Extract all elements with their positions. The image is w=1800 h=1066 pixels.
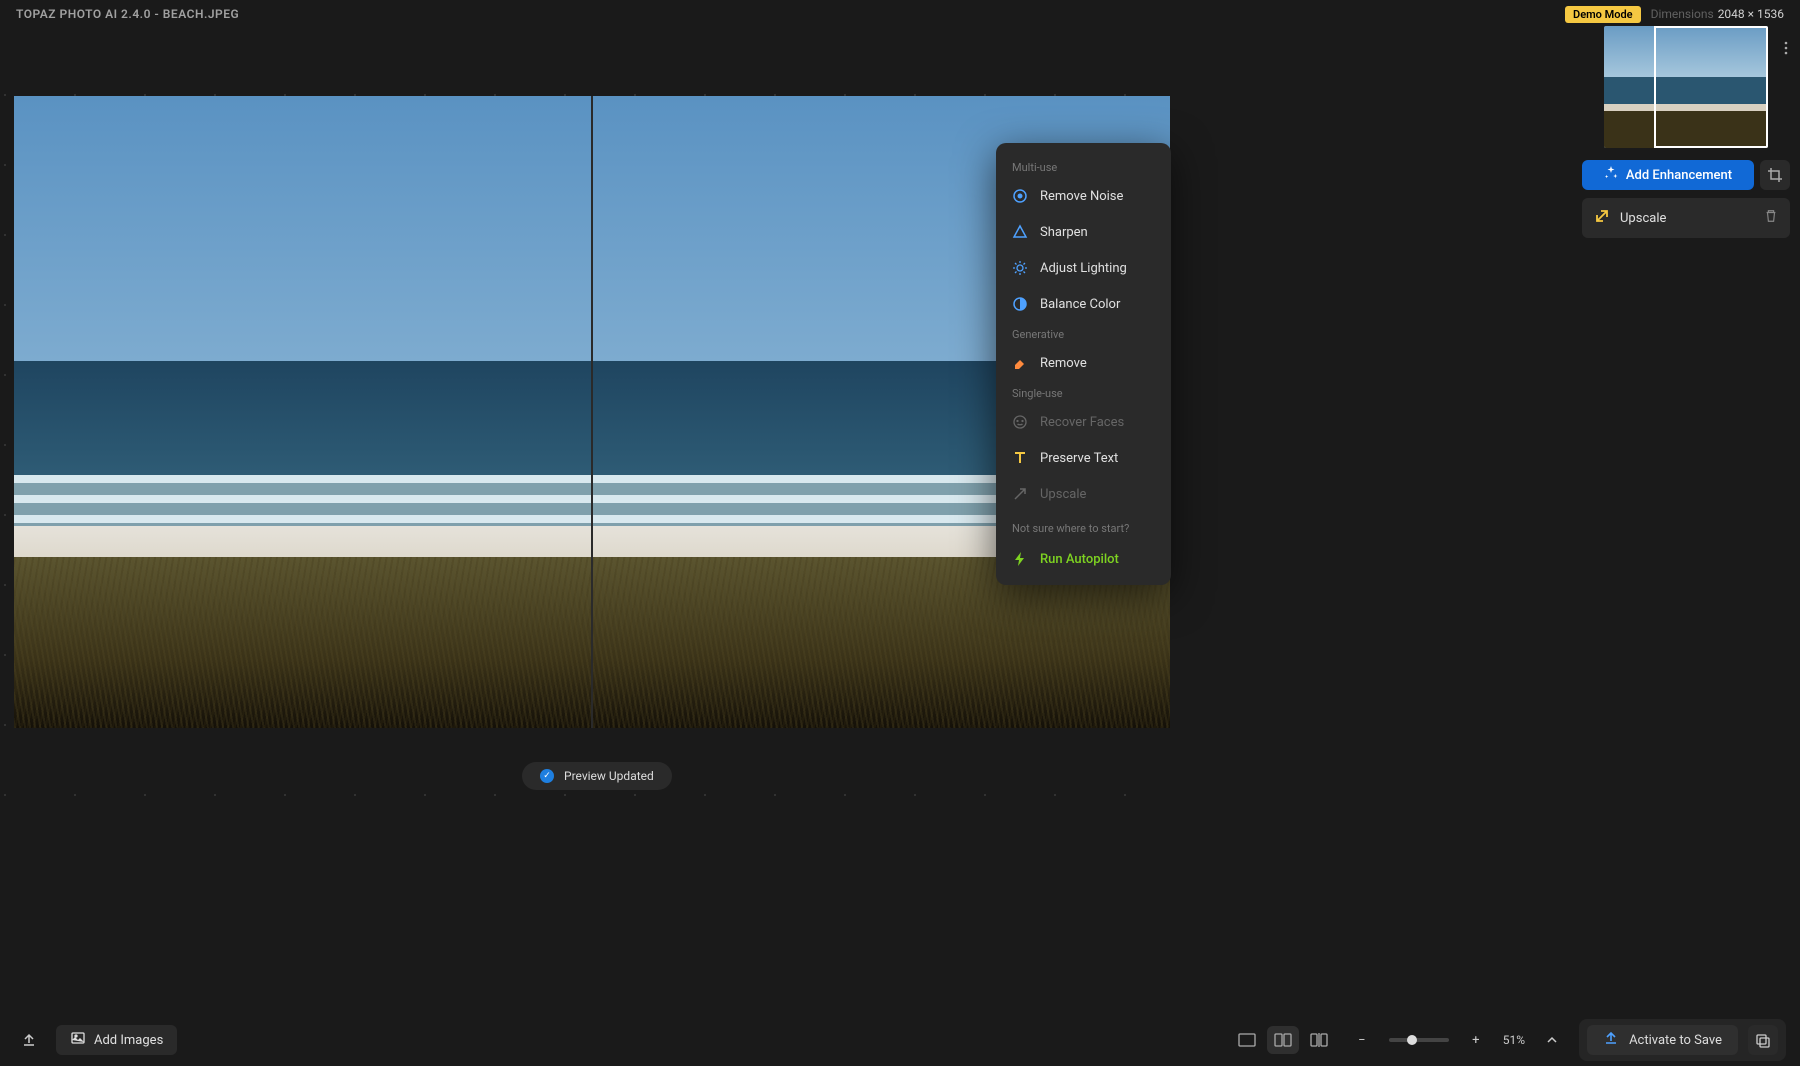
face-icon xyxy=(1012,414,1028,430)
more-menu-button[interactable] xyxy=(1778,40,1794,60)
image-icon xyxy=(70,1030,86,1050)
menu-remove[interactable]: Remove xyxy=(996,345,1171,381)
bottom-bar: Add Images − + 51% Activate to Save xyxy=(0,1014,1800,1066)
menu-label: Preserve Text xyxy=(1040,451,1118,466)
bolt-icon xyxy=(1012,551,1028,567)
noise-icon xyxy=(1012,188,1028,204)
menu-label: Upscale xyxy=(1040,487,1086,502)
section-generative: Generative xyxy=(996,322,1171,345)
titlebar: TOPAZ PHOTO AI 2.4.0 - BEACH.JPEG Demo M… xyxy=(0,0,1800,28)
view-mode-group xyxy=(1231,1026,1335,1054)
preview-status: ✓ Preview Updated xyxy=(522,762,672,790)
section-singleuse: Single-use xyxy=(996,381,1171,404)
menu-label: Sharpen xyxy=(1040,225,1088,240)
dimensions-value: 2048 × 1536 xyxy=(1718,7,1784,21)
preview-label: Preview Updated xyxy=(564,769,654,783)
view-side-by-side[interactable] xyxy=(1267,1026,1299,1054)
balance-color-icon xyxy=(1012,296,1028,312)
enhancement-upscale[interactable]: Upscale xyxy=(1582,198,1790,238)
add-enhancement-button[interactable]: Add Enhancement xyxy=(1582,160,1754,190)
menu-label: Run Autopilot xyxy=(1040,552,1119,567)
check-icon: ✓ xyxy=(540,769,554,783)
zoom-menu-button[interactable] xyxy=(1537,1025,1567,1055)
sparkle-icon xyxy=(1604,166,1618,184)
menu-run-autopilot[interactable]: Run Autopilot xyxy=(996,541,1171,577)
menu-upscale: Upscale xyxy=(996,476,1171,512)
dimensions-label: Dimensions xyxy=(1651,7,1714,21)
button-label: Add Images xyxy=(94,1033,163,1048)
save-options-button[interactable] xyxy=(1748,1025,1778,1055)
menu-adjust-lighting[interactable]: Adjust Lighting xyxy=(996,250,1171,286)
button-label: Activate to Save xyxy=(1629,1033,1722,1048)
app-title: TOPAZ PHOTO AI 2.4.0 - BEACH.JPEG xyxy=(16,7,239,21)
zoom-out-button[interactable]: − xyxy=(1347,1025,1377,1055)
sharpen-icon xyxy=(1012,224,1028,240)
upload-button[interactable] xyxy=(14,1025,44,1055)
demo-mode-badge: Demo Mode xyxy=(1565,6,1641,23)
text-icon xyxy=(1012,450,1028,466)
view-split[interactable] xyxy=(1303,1026,1335,1054)
autopilot-hint: Not sure where to start? xyxy=(996,512,1171,541)
delete-enhancement-button[interactable] xyxy=(1764,209,1778,227)
menu-sharpen[interactable]: Sharpen xyxy=(996,214,1171,250)
zoom-in-button[interactable]: + xyxy=(1461,1025,1491,1055)
menu-label: Adjust Lighting xyxy=(1040,261,1127,276)
add-images-button[interactable]: Add Images xyxy=(56,1025,177,1055)
export-icon xyxy=(1603,1030,1619,1050)
lighting-icon xyxy=(1012,260,1028,276)
activate-to-save-button[interactable]: Activate to Save xyxy=(1587,1025,1738,1055)
viewport-frame[interactable] xyxy=(1654,26,1768,148)
upscale-icon xyxy=(1012,486,1028,502)
crop-button[interactable] xyxy=(1760,160,1790,190)
chip-label: Upscale xyxy=(1620,211,1666,226)
section-multiuse: Multi-use xyxy=(996,155,1171,178)
menu-recover-faces: Recover Faces xyxy=(996,404,1171,440)
menu-preserve-text[interactable]: Preserve Text xyxy=(996,440,1171,476)
menu-label: Recover Faces xyxy=(1040,415,1124,430)
zoom-percent: 51% xyxy=(1503,1033,1525,1047)
menu-remove-noise[interactable]: Remove Noise xyxy=(996,178,1171,214)
zoom-slider[interactable] xyxy=(1389,1038,1449,1042)
enhancement-menu: Multi-use Remove Noise Sharpen Adjust Li… xyxy=(996,143,1171,585)
button-label: Add Enhancement xyxy=(1626,168,1732,183)
original-pane[interactable] xyxy=(14,96,591,728)
eraser-icon xyxy=(1012,355,1028,371)
upscale-icon xyxy=(1594,208,1610,228)
menu-label: Balance Color xyxy=(1040,297,1120,312)
save-area: Activate to Save xyxy=(1579,1019,1786,1061)
right-panel: Add Enhancement Upscale xyxy=(1572,26,1800,1014)
menu-label: Remove Noise xyxy=(1040,189,1123,204)
navigator-thumbnail[interactable] xyxy=(1604,26,1768,148)
menu-balance-color[interactable]: Balance Color xyxy=(996,286,1171,322)
menu-label: Remove xyxy=(1040,356,1087,371)
view-single[interactable] xyxy=(1231,1026,1263,1054)
